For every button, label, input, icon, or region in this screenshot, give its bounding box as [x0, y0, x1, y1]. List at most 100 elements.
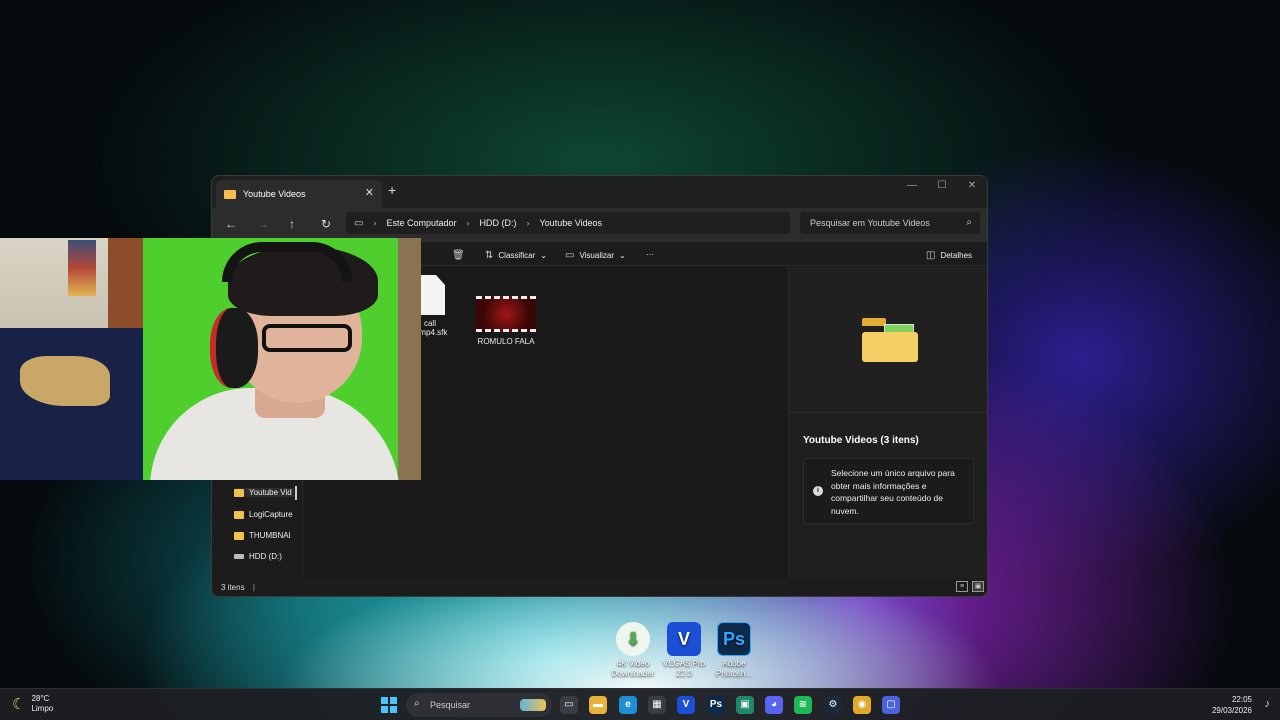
folder-icon	[862, 318, 918, 362]
date: 29/03/2026	[1211, 706, 1252, 715]
info-icon: i	[813, 486, 823, 496]
sidebar-item-logicapture[interactable]: LogiCapture	[234, 510, 294, 519]
new-tab-button[interactable]: +	[388, 182, 396, 198]
temperature: 28°C	[31, 694, 50, 703]
details-button[interactable]: ◫ Detalhes	[926, 250, 972, 261]
sidebar-item-youtube-videos[interactable]: Youtube Vid	[234, 488, 294, 497]
back-button[interactable]: ←	[225, 217, 237, 231]
download-icon: ⬇	[616, 622, 650, 656]
close-window-button[interactable]: ✕	[957, 180, 987, 191]
desktop-icon-label: 22.0	[676, 669, 692, 678]
minimize-button[interactable]: —	[897, 180, 927, 191]
taskbar-app-steam[interactable]: ⚙	[824, 696, 842, 714]
status-bar: 3 itens | ≡ ▣	[212, 578, 987, 596]
vegas-icon: V	[667, 622, 701, 656]
taskbar-app-discord[interactable]: ◕	[765, 696, 783, 714]
desktop-icon-label: VEGAS Pro	[662, 659, 706, 668]
folder-icon	[234, 531, 244, 540]
more-options-button[interactable]: ···	[646, 250, 654, 259]
taskbar-search[interactable]: ⌕ Pesquisar	[406, 693, 552, 717]
drive-icon	[234, 554, 244, 559]
taskbar-app-app-active[interactable]: ▢	[882, 696, 900, 714]
tab-title: Youtube Videos	[243, 189, 306, 199]
chevron-down-icon: ⌄	[619, 251, 626, 260]
desktop-icon-adobe-photoshop[interactable]: Ps Adobe Photosh...	[706, 622, 762, 679]
sort-button[interactable]: ⇅ Classificar ⌄	[485, 250, 547, 261]
breadcrumb-hdd[interactable]: HDD (D:)	[480, 218, 517, 228]
tab-youtube-videos[interactable]: Youtube Videos ✕	[216, 180, 382, 208]
breadcrumb-este-computador[interactable]: Este Computador	[386, 218, 456, 228]
navigation-bar: ← → ↑ ↻ ▭ › Este Computador › HDD (D:) ›…	[212, 208, 987, 242]
status-divider: |	[252, 583, 255, 592]
webcam-shelf	[398, 238, 421, 480]
start-button[interactable]	[381, 697, 397, 713]
webcam-person-glasses	[262, 324, 352, 352]
video-thumbnail	[476, 296, 536, 332]
details-view-button[interactable]: ≡	[956, 581, 968, 592]
title-bar: Youtube Videos ✕ + — ☐ ✕	[212, 176, 987, 208]
webcam-blanket	[20, 356, 110, 406]
taskbar-app-spotify[interactable]: ≋	[794, 696, 812, 714]
refresh-button[interactable]: ↻	[321, 217, 331, 231]
taskbar-app-edge[interactable]: e	[619, 696, 637, 714]
weather-condition: Limpo	[31, 704, 54, 713]
scrollbar[interactable]	[295, 486, 297, 500]
sidebar-item-label: HDD (D:)	[249, 552, 282, 561]
search-placeholder: Pesquisar em Youtube Videos	[810, 218, 930, 228]
details-title: Youtube Videos (3 itens)	[803, 435, 919, 446]
search-input[interactable]: Pesquisar em Youtube Videos ⌕	[800, 212, 980, 234]
taskbar-app-app-green[interactable]: ▣	[736, 696, 754, 714]
item-count: 3 itens	[221, 583, 245, 592]
time: 22:05	[1231, 695, 1252, 704]
notification-icon[interactable]: ♪	[1265, 698, 1271, 710]
sidebar-item-label: LogiCapture	[249, 510, 293, 519]
webcam-overlay	[0, 238, 421, 480]
clock[interactable]: 22:05 29/03/2026	[1212, 694, 1252, 716]
view-button[interactable]: ▭ Visualizar ⌄	[565, 250, 626, 261]
chevron-right-icon: ›	[466, 218, 470, 228]
monitor-icon: ▭	[565, 250, 575, 261]
taskbar-app-vegas[interactable]: V	[677, 696, 695, 714]
tab-close-icon[interactable]: ✕	[365, 186, 374, 199]
breadcrumb-youtube-videos[interactable]: Youtube Videos	[540, 218, 603, 228]
trash-icon: 🗑	[452, 250, 465, 261]
taskbar-search-label: Pesquisar	[430, 700, 471, 710]
details-info-box: i Selecione um único arquivo para obter …	[803, 458, 974, 524]
sidebar-item-label: THUMBNAI	[249, 531, 291, 540]
view-label: Visualizar	[579, 251, 614, 260]
sidebar-item-thumbnails[interactable]: THUMBNAI	[234, 531, 294, 540]
search-icon: ⌕	[414, 698, 420, 709]
delete-button[interactable]: 🗑	[452, 250, 465, 261]
desktop-icon-4k-video-downloader[interactable]: ⬇ 4K Video Downloader	[605, 622, 661, 679]
chevron-down-icon: ⌄	[540, 251, 547, 260]
weather-widget[interactable]: ☾ 28°C Limpo	[12, 694, 53, 714]
taskbar: ☾ 28°C Limpo ⌕ Pesquisar ▭ ▬ e ▦ V Ps ▣ ◕ ≋ ⚙ ◉ ▢ 2…	[0, 688, 1280, 720]
file-name: ROMULO FALA	[477, 337, 535, 346]
folder-icon	[234, 488, 244, 497]
computer-icon: ▭	[354, 217, 364, 229]
sidebar-item-hdd[interactable]: HDD (D:)	[234, 552, 294, 561]
headphone-band	[222, 242, 352, 282]
folder-icon	[234, 510, 244, 519]
sidebar-item-label: Youtube Vid	[249, 488, 292, 497]
details-preview	[789, 267, 987, 413]
search-icon: ⌕	[966, 217, 972, 228]
taskbar-app-task-view[interactable]: ▭	[560, 696, 578, 714]
large-icons-view-button[interactable]: ▣	[972, 581, 984, 592]
desktop-icon-label: 4K Video	[616, 659, 650, 668]
webcam-poster	[68, 240, 96, 296]
details-info-text: Selecione um único arquivo para obter ma…	[831, 468, 955, 516]
forward-button[interactable]: →	[257, 217, 269, 231]
file-item-romulo-fala[interactable]: ROMULO FALA	[471, 296, 541, 346]
taskbar-app-store[interactable]: ▦	[648, 696, 666, 714]
headphone-earcup	[210, 308, 258, 388]
up-button[interactable]: ↑	[289, 217, 295, 231]
maximize-button[interactable]: ☐	[927, 180, 957, 191]
taskbar-app-file-explorer[interactable]: ▬	[589, 696, 607, 714]
taskbar-app-photoshop[interactable]: Ps	[707, 696, 725, 714]
desktop-icon-vegas-pro[interactable]: V VEGAS Pro 22.0	[656, 622, 712, 679]
taskbar-app-chrome[interactable]: ◉	[853, 696, 871, 714]
details-pane-icon: ◫	[926, 250, 936, 261]
details-label: Detalhes	[940, 251, 973, 260]
address-bar[interactable]: ▭ › Este Computador › HDD (D:) › Youtube…	[346, 212, 790, 234]
